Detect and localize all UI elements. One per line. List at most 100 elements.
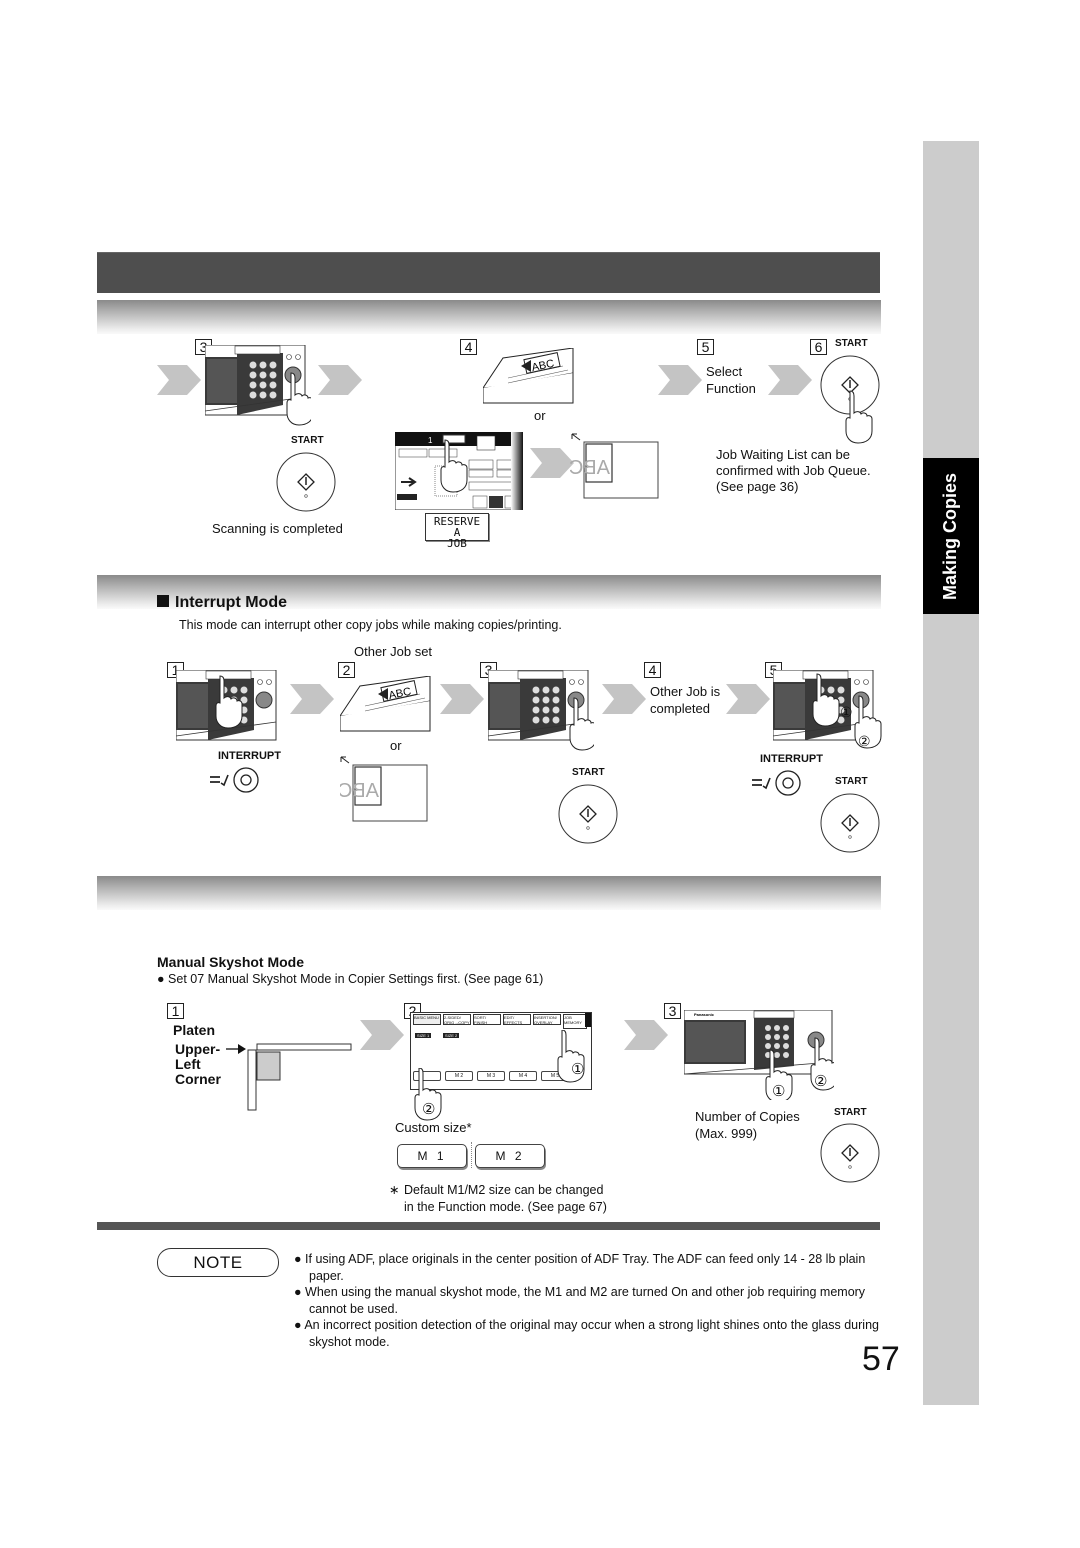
- step-number: 5: [697, 339, 714, 355]
- step-marker-2: ②: [814, 1073, 828, 1090]
- caption-line: (Max. 999): [695, 1126, 758, 1141]
- note-line: Job Waiting List can be: [716, 447, 850, 462]
- section-description: This mode can interrupt other copy jobs …: [179, 618, 562, 632]
- step-marker-1: ①: [772, 1083, 786, 1100]
- screen-tab[interactable]: SORT/ FINISH: [473, 1014, 501, 1025]
- footnote-line: in the Function mode. (See page 67): [404, 1200, 607, 1214]
- control-panel-illustration: [205, 345, 311, 426]
- section-title: Interrupt Mode: [157, 594, 287, 612]
- next-arrow-icon: [658, 365, 702, 395]
- bullet-text: Set 07 Manual Skyshot Mode in Copier Set…: [168, 972, 544, 986]
- screen-tab-job-memory[interactable]: JOB MEMORY: [563, 1014, 587, 1029]
- corner-label-line: Upper-: [175, 1041, 221, 1057]
- svg-text:1: 1: [428, 436, 433, 445]
- caption-line: completed: [650, 701, 710, 716]
- control-panel-illustration: [176, 670, 277, 741]
- corner-label: Upper- Left Corner: [175, 1042, 221, 1087]
- square-bullet-icon: [157, 595, 169, 607]
- caption-line: Number of Copies: [695, 1109, 800, 1124]
- start-button-pressed-illustration: [820, 355, 880, 444]
- note-text: An incorrect position detection of the o…: [304, 1318, 879, 1349]
- m1-button[interactable]: M 1: [397, 1144, 467, 1168]
- screen-tab[interactable]: BASIC MENU: [413, 1014, 441, 1025]
- start-label: START: [835, 338, 868, 349]
- note-badge: NOTE: [157, 1248, 279, 1277]
- start-label: START: [291, 435, 324, 446]
- interrupt-button-icon: [209, 767, 259, 793]
- footnote-mark: ∗: [389, 1183, 400, 1197]
- screen-tabs: BASIC MENU 2-SIDED/ ORIG→COPY SORT/ FINI…: [411, 1013, 591, 1030]
- note-line: confirmed with Job Queue.: [716, 463, 871, 478]
- next-arrow-icon: [602, 684, 646, 714]
- section-bar-skyshot: [97, 876, 881, 910]
- note-list: ● If using ADF, place originals in the c…: [294, 1251, 884, 1350]
- start-button-icon: [276, 452, 336, 512]
- note-line: (See page 36): [716, 479, 799, 494]
- next-arrow-icon: [290, 684, 334, 714]
- or-label: or: [534, 408, 546, 423]
- step-number: 4: [644, 662, 661, 678]
- step-number: 4: [460, 339, 477, 355]
- next-arrow-icon: [157, 365, 201, 395]
- bullet-icon: ●: [157, 972, 165, 986]
- m2-button[interactable]: M 2: [475, 1144, 545, 1168]
- caption-line: Other Job is: [650, 684, 721, 699]
- footnote-line: Default M1/M2 size can be changed: [404, 1183, 604, 1197]
- platen-original-illustration: [340, 756, 428, 822]
- next-arrow-icon: [360, 1020, 404, 1050]
- svg-text:Panasonic: Panasonic: [694, 1012, 715, 1017]
- corner-label-line: Corner: [175, 1071, 221, 1087]
- next-arrow-icon: [318, 365, 362, 395]
- header-dark-bar: [97, 252, 880, 293]
- step-marker-1: ①: [840, 704, 853, 720]
- start-button-icon: [820, 1123, 880, 1183]
- next-arrow-icon: [726, 684, 770, 714]
- screen-tab[interactable]: 2-SIDED/ ORIG→COPY: [443, 1014, 471, 1025]
- platen-original-illustration: [570, 433, 659, 499]
- next-arrow-icon: [440, 684, 484, 714]
- interrupt-label: INTERRUPT: [218, 750, 281, 762]
- side-tab-label: Making Copies: [923, 458, 979, 614]
- screen-corner: [585, 1013, 591, 1027]
- memory-slot[interactable]: M 4: [509, 1071, 537, 1081]
- note-text: When using the manual skyshot mode, the …: [305, 1285, 866, 1316]
- reserve-a-job-button[interactable]: RESERVE A JOB: [425, 513, 489, 549]
- step-number: 6: [810, 339, 827, 355]
- control-panel-illustration: [488, 670, 594, 751]
- interrupt-button-icon: [751, 770, 801, 796]
- size-label: SIZE 2: [443, 1033, 460, 1038]
- memory-slot[interactable]: M 2: [445, 1071, 473, 1081]
- note-text: If using ADF, place originals in the cen…: [305, 1252, 866, 1283]
- start-label: START: [572, 767, 605, 778]
- step-marker-1: ①: [571, 1061, 585, 1078]
- screen-tab[interactable]: EDIT/ EFFECTS: [503, 1014, 531, 1025]
- size-label: SIZE 1: [415, 1033, 432, 1038]
- platen-corner-diagram: [226, 1043, 352, 1111]
- caption: Other Job set: [354, 644, 433, 659]
- touch-screen-illustration: 1: [395, 432, 523, 510]
- step-marker-2: ②: [858, 733, 871, 749]
- next-arrow-icon: [768, 365, 812, 395]
- custom-size-label: Custom size*: [395, 1120, 472, 1135]
- bullet-item: ● Set 07 Manual Skyshot Mode in Copier S…: [157, 972, 543, 986]
- adf-illustration: [340, 676, 431, 732]
- platen-label: Platen: [173, 1022, 216, 1038]
- control-panel-illustration: Panasonic: [684, 1010, 834, 1100]
- section-bar-top: [97, 300, 881, 334]
- note-item: ● An incorrect position detection of the…: [294, 1318, 879, 1349]
- caption-line: Select: [706, 364, 743, 379]
- note-item: ● If using ADF, place originals in the c…: [294, 1252, 866, 1283]
- interrupt-label: INTERRUPT: [760, 753, 823, 765]
- next-arrow-icon: [624, 1020, 668, 1050]
- side-tab-background: [923, 141, 979, 1405]
- step-number: 3: [664, 1003, 681, 1019]
- interrupt-title: Interrupt Mode: [175, 594, 287, 611]
- adf-illustration: [483, 348, 574, 404]
- side-tab-text: Making Copies: [940, 472, 961, 600]
- screen-tab[interactable]: INSERTION/ OVERLAY: [533, 1014, 561, 1025]
- memory-slot[interactable]: M 3: [477, 1071, 505, 1081]
- step-marker-2: ②: [422, 1101, 436, 1118]
- corner-label-line: Left: [175, 1056, 201, 1072]
- step-number: 1: [167, 1003, 184, 1019]
- start-label: START: [835, 776, 868, 787]
